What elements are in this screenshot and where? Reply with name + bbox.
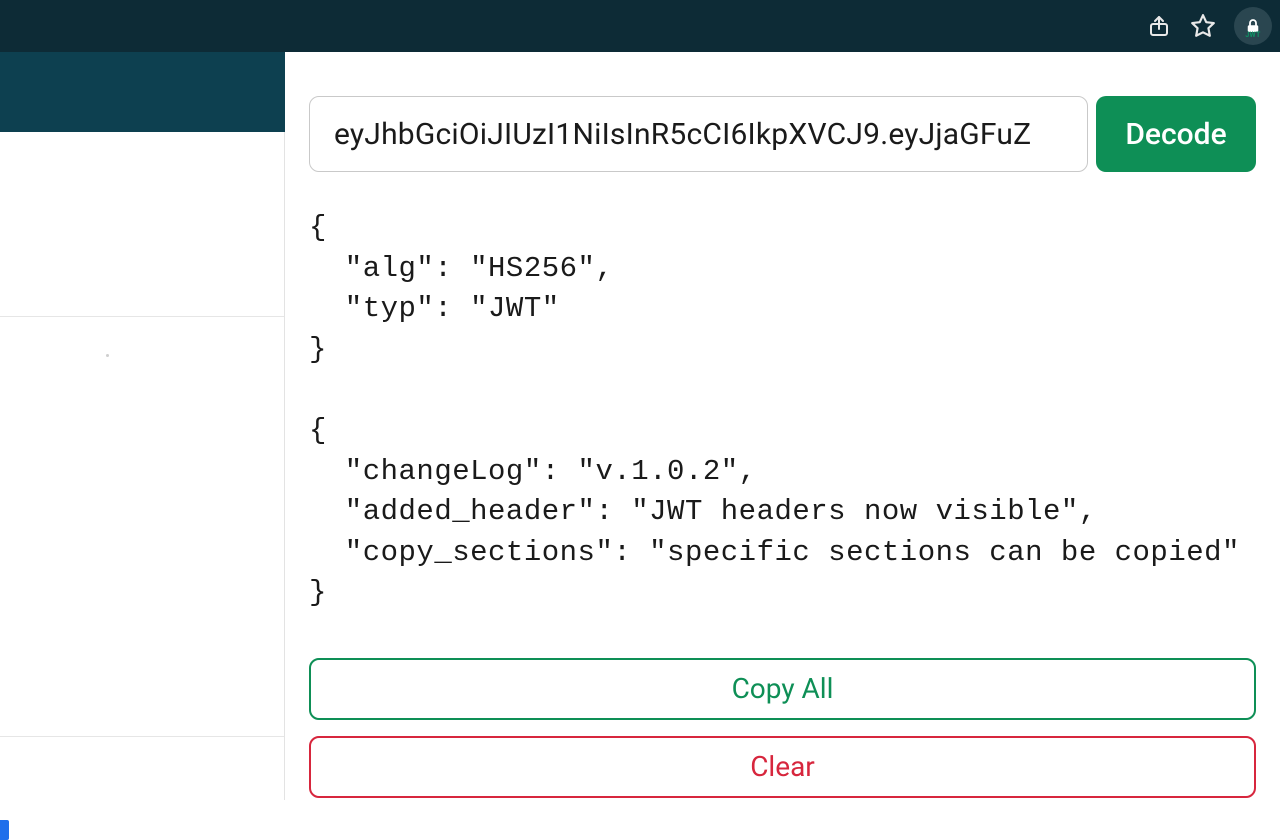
jwt-token-input[interactable] (309, 96, 1088, 172)
background-left-pane (0, 52, 285, 800)
copy-all-button[interactable]: Copy All (309, 658, 1256, 720)
partial-link-indicator (0, 820, 9, 840)
jwt-extension-icon[interactable]: JWT (1234, 7, 1272, 45)
decorative-dot (106, 354, 109, 357)
divider (0, 736, 284, 737)
jwt-decoder-popup: Decode { "alg": "HS256", "typ": "JWT" } … (285, 62, 1280, 800)
divider (0, 316, 284, 317)
decoded-output: { "alg": "HS256", "typ": "JWT" } { "chan… (309, 208, 1256, 614)
input-row: Decode (309, 96, 1256, 172)
secondary-header-bar (0, 52, 285, 132)
decoded-header-json: { "alg": "HS256", "typ": "JWT" } (309, 211, 613, 366)
clear-button[interactable]: Clear (309, 736, 1256, 798)
browser-chrome: JWT (0, 0, 1280, 52)
decoded-payload-json: { "changeLog": "v.1.0.2", "added_header"… (309, 414, 1240, 609)
decode-button[interactable]: Decode (1096, 96, 1256, 172)
jwt-badge-label: JWT (1245, 31, 1260, 39)
bookmark-star-icon[interactable] (1190, 13, 1216, 39)
share-icon[interactable] (1146, 13, 1172, 39)
